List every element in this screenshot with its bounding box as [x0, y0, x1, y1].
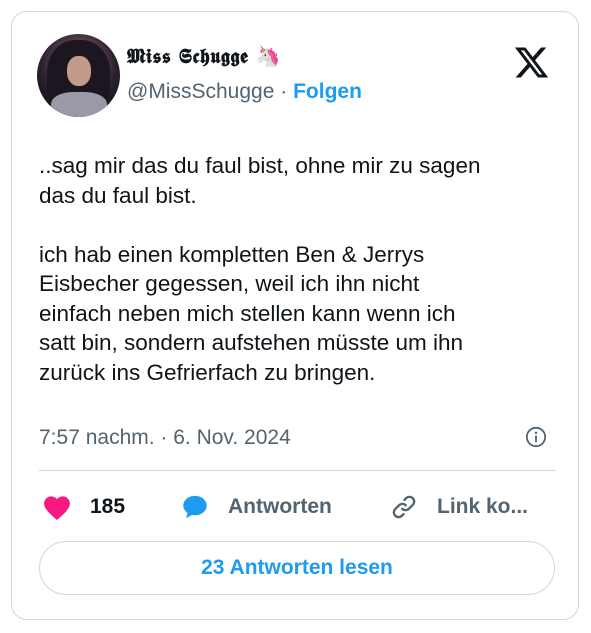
handle-separator: ·: [280, 80, 288, 103]
tweet-card: 𝕸𝖎𝖘𝖘 𝕾𝖈𝖍𝖚𝖌𝖌𝖊 🦄 @MissSchugge · Folgen ..s…: [11, 11, 579, 620]
author-display-name[interactable]: 𝕸𝖎𝖘𝖘 𝕾𝖈𝖍𝖚𝖌𝖌𝖊 🦄: [127, 44, 281, 68]
heart-icon: [44, 496, 70, 520]
tweet-timestamp[interactable]: 7:57 nachm. · 6. Nov. 2024: [39, 426, 291, 450]
tweet-text: ..sag mir das du faul bist, ohne mir zu …: [39, 153, 481, 385]
read-replies-button[interactable]: 23 Antworten lesen: [39, 541, 555, 595]
reply-bubble-icon: [183, 495, 207, 519]
divider: [39, 470, 556, 471]
like-button[interactable]: 185: [42, 492, 125, 522]
link-icon: [392, 495, 416, 519]
author-handle-row: @MissSchugge · Folgen: [127, 80, 362, 104]
like-count: 185: [90, 495, 126, 518]
x-logo-icon[interactable]: [513, 44, 550, 81]
author-handle[interactable]: @MissSchugge: [127, 80, 274, 103]
avatar-face: [67, 56, 91, 86]
reply-label: Antworten: [228, 495, 332, 518]
avatar-shirt: [51, 92, 107, 117]
info-icon[interactable]: [525, 426, 547, 448]
copy-link-button[interactable]: Link ko...: [389, 492, 528, 522]
avatar[interactable]: [37, 34, 120, 117]
follow-link[interactable]: Folgen: [293, 80, 362, 103]
copy-link-label: Link ko...: [437, 495, 529, 518]
reply-button[interactable]: Antworten: [180, 492, 332, 522]
